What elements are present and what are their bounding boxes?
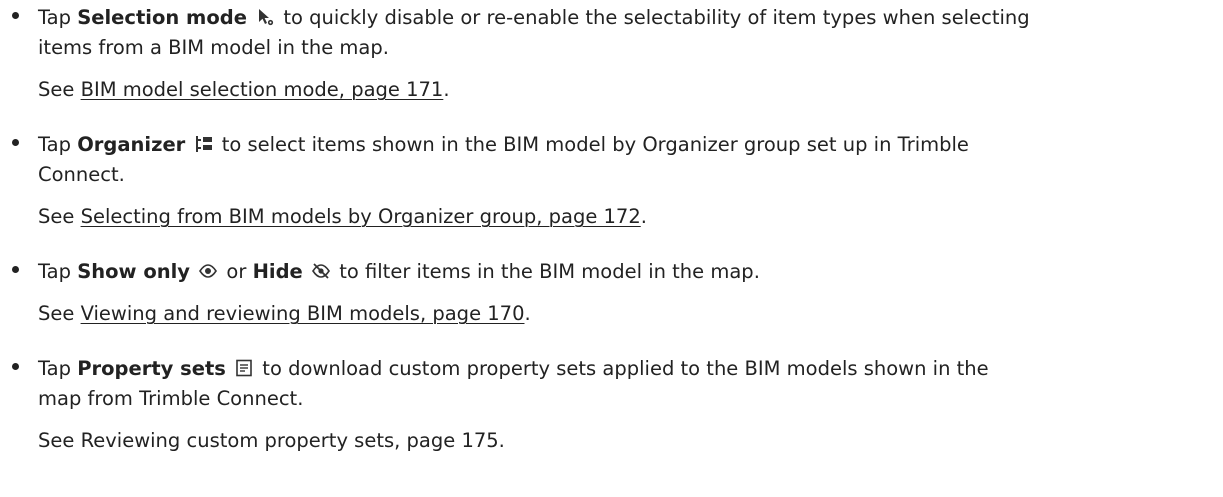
- item-description: to quickly disable or re-enable the sele…: [277, 6, 1030, 29]
- bullet: [12, 139, 19, 146]
- item-description: to select items shown in the BIM model b…: [215, 133, 969, 156]
- eye-slash-icon: [311, 261, 331, 281]
- bullet: [12, 266, 19, 273]
- bullet: [12, 12, 19, 19]
- link-bim-model-selection-mode[interactable]: BIM model selection mode, page 171: [81, 78, 444, 101]
- item-description-cont: map from Trimble Connect.: [38, 387, 304, 410]
- item-description-cont: items from a BIM model in the map.: [38, 36, 389, 59]
- link-viewing-reviewing-bim-models[interactable]: Viewing and reviewing BIM models, page 1…: [81, 302, 525, 325]
- item-description: to download custom property sets applied…: [256, 357, 989, 380]
- cursor-gear-icon: [255, 7, 275, 27]
- item-description-cont: Connect.: [38, 163, 125, 186]
- tap-text: Tap: [38, 133, 78, 156]
- see-reference: See BIM model selection mode, page 171.: [38, 78, 450, 101]
- hide-label: Hide: [252, 260, 303, 283]
- see-reference: See Reviewing custom property sets, page…: [38, 429, 505, 452]
- document-page: Tap Selection mode to quickly disable or…: [0, 0, 1223, 497]
- list-item-show-only-hide: Tap Show only or Hide to filter items in…: [0, 257, 1223, 329]
- item-text: Tap Organizer to select items shown in t…: [38, 130, 1223, 160]
- organizer-label: Organizer: [77, 133, 186, 156]
- organizer-tree-icon: [194, 134, 214, 154]
- see-reference: See Selecting from BIM models by Organiz…: [38, 205, 647, 228]
- list-item-organizer: Tap Organizer to select items shown in t…: [0, 130, 1223, 232]
- item-text: Tap Selection mode to quickly disable or…: [38, 3, 1223, 33]
- property-sets-label: Property sets: [77, 357, 226, 380]
- see-reference: See Viewing and reviewing BIM models, pa…: [38, 302, 531, 325]
- eye-icon: [198, 261, 218, 281]
- tap-text: Tap: [38, 6, 78, 29]
- tap-text: Tap: [38, 260, 78, 283]
- item-text: Tap Show only or Hide to filter items in…: [38, 260, 760, 283]
- selection-mode-label: Selection mode: [77, 6, 247, 29]
- tap-text: Tap: [38, 357, 78, 380]
- property-sets-icon: [234, 358, 254, 378]
- link-selecting-by-organizer-group[interactable]: Selecting from BIM models by Organizer g…: [81, 205, 641, 228]
- show-only-label: Show only: [77, 260, 191, 283]
- item-description: to filter items in the BIM model in the …: [333, 260, 760, 283]
- item-text: Tap Property sets to download custom pro…: [38, 354, 1223, 384]
- list-item-property-sets: Tap Property sets to download custom pro…: [0, 354, 1223, 456]
- bullet: [12, 363, 19, 370]
- list-item-selection-mode: Tap Selection mode to quickly disable or…: [0, 3, 1223, 105]
